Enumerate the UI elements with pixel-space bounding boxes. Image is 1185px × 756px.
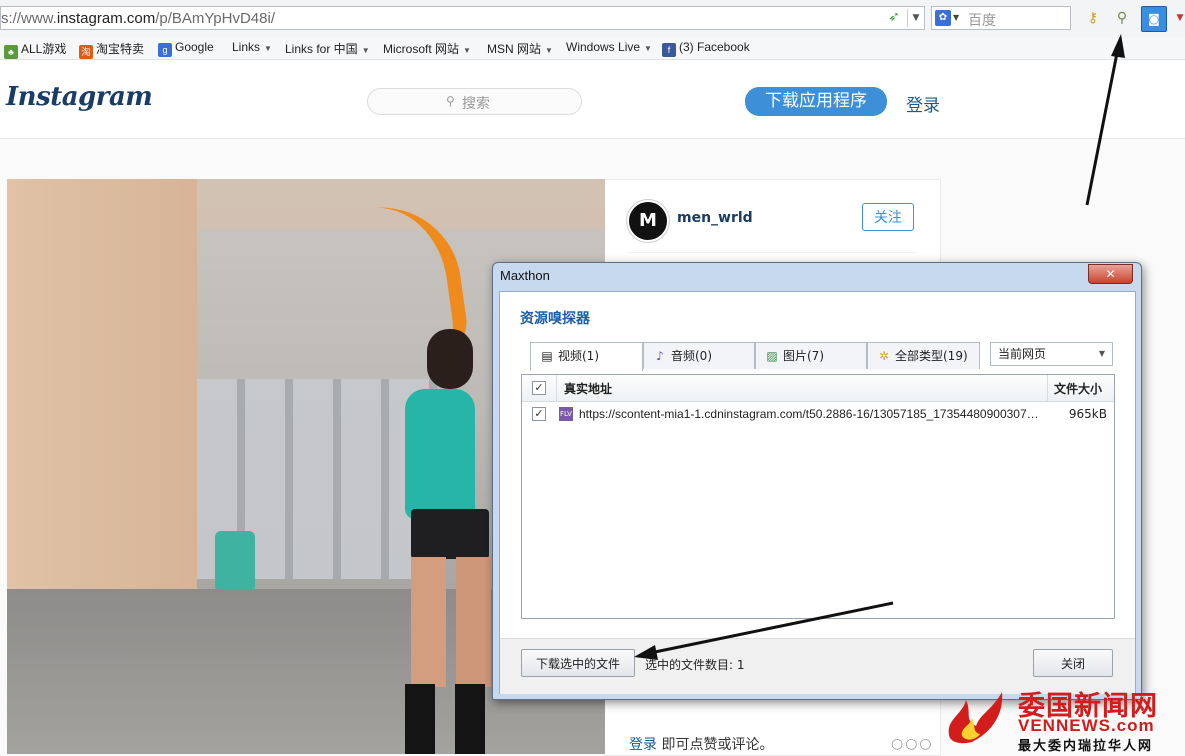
search-icon: ⚲: [446, 94, 455, 108]
search-engine-dropdown-icon[interactable]: ▼: [953, 9, 959, 27]
download-app-button[interactable]: 下载应用程序: [745, 87, 887, 116]
chevron-down-icon: ▼: [545, 46, 553, 55]
instagram-header: Instagram ⚲ 搜索 下载应用程序 登录: [0, 60, 1185, 139]
scope-select[interactable]: 当前网页 ▼: [990, 342, 1113, 366]
tab-audio[interactable]: ♪ 音频(0): [643, 342, 755, 369]
watermark-subtitle: 最大委内瑞拉华人网: [1018, 739, 1154, 754]
dialog-close-button[interactable]: ✕: [1088, 264, 1133, 284]
video-person-head: [427, 329, 473, 389]
select-all-checkbox[interactable]: ✓: [532, 381, 546, 395]
url-text: s://www.instagram.com/p/BAmYpHvD48i/: [1, 10, 275, 27]
video-building: [7, 179, 197, 599]
divider: [627, 252, 917, 253]
column-size: 文件大小: [1054, 382, 1103, 396]
header-check-cell: ✓: [522, 375, 557, 401]
favorite-msn[interactable]: MSN 网站 ▼: [487, 40, 553, 57]
login-hint: 登录 即可点赞或评论。: [629, 737, 774, 753]
favorite-links-china[interactable]: Links for 中国 ▼: [285, 40, 370, 57]
column-size-cell[interactable]: 文件大小: [1047, 375, 1114, 401]
chevron-down-icon: ▼: [644, 44, 652, 53]
maxthon-icon[interactable]: ◙: [1141, 6, 1167, 32]
video-person-legs: [411, 557, 491, 687]
avatar[interactable]: M: [627, 200, 669, 242]
paw-icon[interactable]: ✿: [935, 10, 951, 26]
sniffer-heading: 资源嗅探器: [520, 311, 590, 327]
favorite-microsoft[interactable]: Microsoft 网站 ▼: [383, 40, 471, 57]
list-header: ✓ 真实地址 文件大小: [522, 375, 1114, 402]
asterisk-icon: ✲: [878, 349, 890, 363]
favorite-all-games[interactable]: ♣ ALL游戏: [4, 40, 66, 59]
row-size: 965kB: [1068, 407, 1107, 421]
favorite-taobao[interactable]: 淘淘宝特卖: [79, 40, 144, 59]
chevron-down-icon: ▼: [463, 46, 471, 55]
favorite-windows-live[interactable]: Windows Live ▼: [566, 40, 652, 54]
tab-image[interactable]: ▨ 图片(7): [755, 342, 867, 369]
watermark-english: VENNEWS.com: [1018, 716, 1155, 735]
follow-button[interactable]: 关注: [862, 203, 914, 231]
favorites-bar: ♣ ALL游戏 淘淘宝特卖 g Google Links ▼ Links for 中国…: [0, 37, 1185, 60]
more-options-icon[interactable]: ○○○: [891, 736, 934, 752]
chevron-down-icon: ▼: [264, 44, 272, 53]
dialog-title: Maxthon: [500, 268, 550, 283]
instagram-search-input[interactable]: ⚲ 搜索: [367, 88, 582, 115]
url-field[interactable]: s://www.instagram.com/p/BAmYpHvD48i/ ➶ ▼: [0, 6, 925, 30]
instagram-logo[interactable]: Instagram: [6, 82, 153, 112]
favorite-google[interactable]: g Google: [158, 40, 214, 57]
search-field[interactable]: ✿ ▼ 百度: [931, 6, 1071, 30]
video-person-shorts: [411, 509, 489, 559]
url-history-dropdown-icon[interactable]: ▼: [907, 9, 924, 27]
maxthon-dialog: Maxthon ✕ 资源嗅探器 ▤ 视频(1) ♪ 音频(0) ▨ 图片(7) ✲ 全部…: [492, 262, 1142, 700]
chevron-down-icon: ▼: [361, 46, 370, 55]
video-file-icon: FLV: [559, 407, 573, 421]
menu-dropdown-icon[interactable]: ▼: [1170, 8, 1185, 28]
go-icon[interactable]: ➶: [883, 9, 905, 27]
tab-video[interactable]: ▤ 视频(1): [530, 342, 643, 371]
resource-list: ✓ 真实地址 文件大小 ✓ FLV https://scontent-mia1-…: [521, 374, 1115, 619]
key-icon[interactable]: ⚷: [1083, 8, 1103, 28]
music-note-icon: ♪: [656, 349, 664, 363]
video-trash-can: [215, 531, 255, 589]
dialog-body: 资源嗅探器 ▤ 视频(1) ♪ 音频(0) ▨ 图片(7) ✲ 全部类型(19) 当前网…: [499, 291, 1136, 694]
tab-all-types[interactable]: ✲ 全部类型(19): [867, 342, 980, 369]
chevron-down-icon: ▼: [1098, 349, 1105, 358]
column-url[interactable]: 真实地址: [564, 380, 612, 397]
search-placeholder: 百度: [968, 13, 996, 29]
row-checkbox[interactable]: ✓: [532, 407, 546, 421]
taobao-icon: 淘: [79, 45, 93, 59]
facebook-icon: f: [662, 43, 676, 57]
address-toolbar: s://www.instagram.com/p/BAmYpHvD48i/ ➶ ▼…: [0, 0, 1185, 38]
search-placeholder: 搜索: [462, 96, 490, 112]
game-icon: ♣: [4, 45, 18, 59]
username[interactable]: men_wrld: [677, 210, 753, 226]
video-person-boots: [385, 684, 495, 754]
download-selected-button[interactable]: 下载选中的文件: [521, 649, 635, 677]
flame-logo-icon: [948, 692, 1003, 744]
image-icon: ▨: [766, 349, 778, 363]
favorite-links[interactable]: Links ▼: [232, 40, 272, 54]
login-link[interactable]: 登录: [906, 91, 940, 116]
selected-count: 选中的文件数目: 1: [645, 658, 745, 672]
film-icon: ▤: [541, 349, 553, 363]
google-icon: g: [158, 43, 172, 57]
favorite-facebook[interactable]: f (3) Facebook: [662, 40, 750, 57]
site-watermark: 委国新闻网 VENNEWS.com 最大委内瑞拉华人网: [936, 682, 1185, 754]
video-person-top: [405, 389, 475, 519]
resource-sniffer-icon[interactable]: ⚲: [1112, 8, 1132, 28]
row-url: https://scontent-mia1-1.cdninstagram.com…: [579, 407, 1044, 421]
login-hint-link[interactable]: 登录: [629, 737, 657, 753]
table-row[interactable]: ✓ FLV https://scontent-mia1-1.cdninstagr…: [522, 403, 1114, 425]
close-button[interactable]: 关闭: [1033, 649, 1113, 677]
